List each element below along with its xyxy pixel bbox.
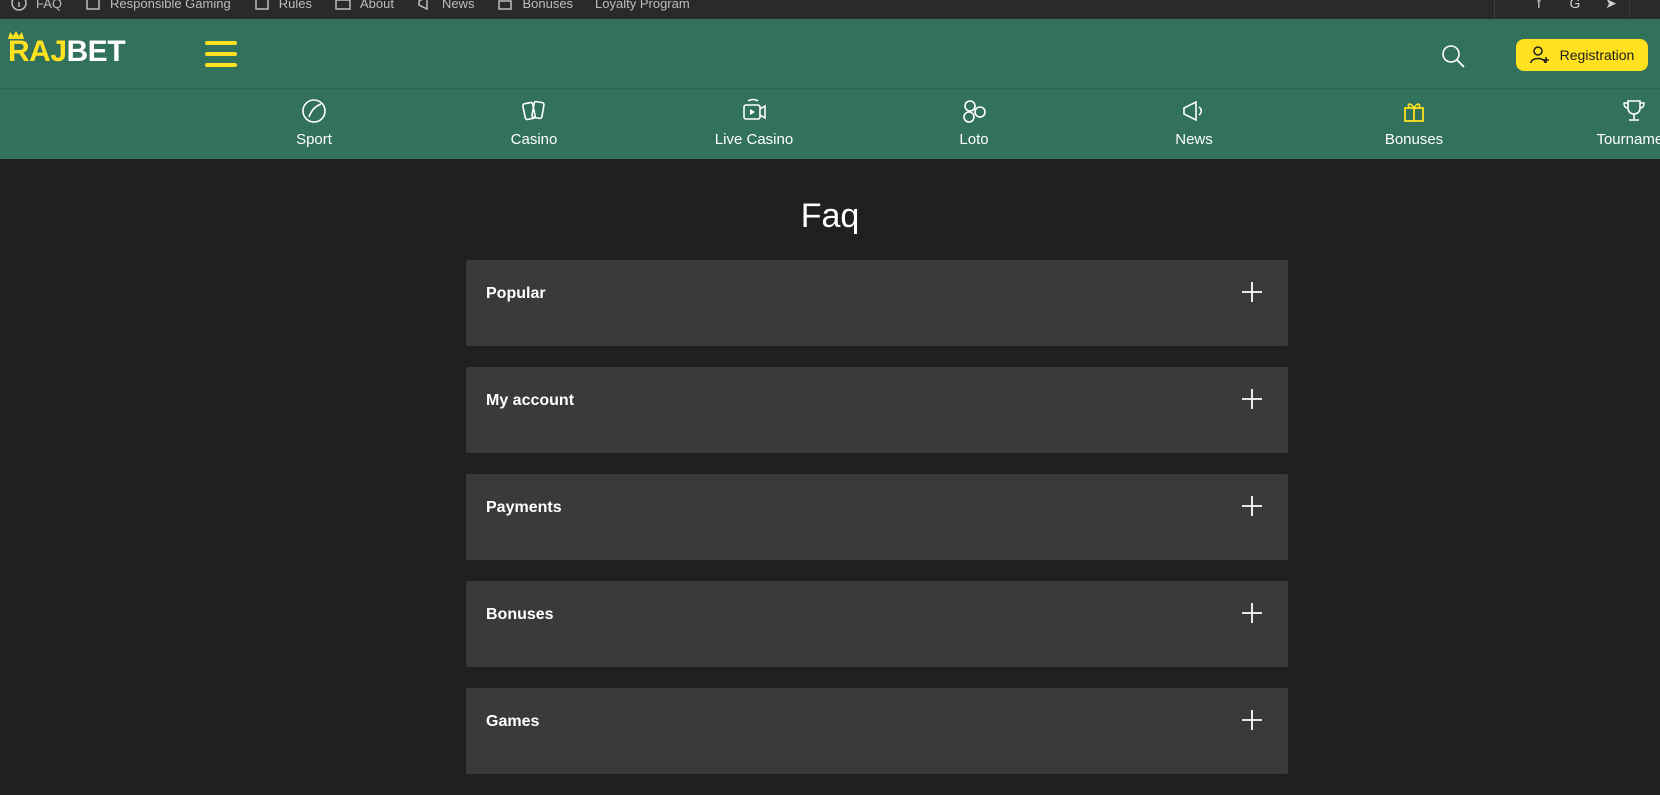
top-links: FAQ Responsible Gaming Rules About News … [10, 0, 712, 12]
category-nav: Sport Casino Live Casino Loto News Bonus… [0, 89, 1660, 159]
search-icon[interactable] [1440, 43, 1466, 69]
plus-icon[interactable] [1240, 601, 1264, 625]
hamburger-line [205, 41, 237, 45]
facebook-icon[interactable]: f [1530, 0, 1548, 12]
faq-section-label: Games [486, 713, 540, 730]
page-title: Faq [800, 197, 860, 235]
faq-section-label: Payments [486, 499, 562, 516]
nav-item-tournaments[interactable]: Tournamen [1564, 97, 1660, 148]
trophy-icon [1623, 100, 1645, 121]
crown-icon [8, 31, 24, 39]
faq-section-games[interactable]: Games [466, 688, 1288, 774]
nav-item-label: Tournamen [1596, 131, 1660, 148]
plus-icon[interactable] [1240, 494, 1264, 518]
rules-icon [254, 0, 269, 10]
top-link-label: News [441, 0, 475, 11]
megaphone-icon [1183, 100, 1203, 122]
telegram-icon[interactable]: ➤ [1602, 0, 1620, 12]
top-link-label: Loyalty Program [595, 0, 690, 11]
top-link-label: Bonuses [522, 0, 574, 11]
nav-item-sport[interactable]: Sport [244, 97, 384, 148]
faq-section-popular[interactable]: Popular [466, 260, 1288, 346]
site-header: RAJ BET Registration [0, 19, 1660, 89]
top-utility-bar: FAQ Responsible Gaming Rules About News … [0, 0, 1660, 19]
nav-item-bonuses[interactable]: Bonuses [1344, 97, 1484, 148]
faq-section-label: Popular [486, 285, 546, 302]
nav-item-news[interactable]: News [1124, 97, 1264, 148]
registration-button[interactable]: Registration [1516, 39, 1648, 71]
nav-item-label: News [1175, 131, 1213, 148]
gift-icon [498, 0, 513, 10]
plus-icon[interactable] [1240, 387, 1264, 411]
top-link-faq[interactable]: FAQ [10, 0, 62, 12]
divider [1494, 0, 1495, 19]
ball-icon [302, 99, 326, 123]
google-icon[interactable]: G [1566, 0, 1584, 12]
faq-section-my-account[interactable]: My account [466, 367, 1288, 453]
faq-section-bonuses[interactable]: Bonuses [466, 581, 1288, 667]
plus-icon[interactable] [1240, 280, 1264, 304]
megaphone-icon [418, 0, 428, 11]
logo[interactable]: RAJ BET [8, 31, 126, 68]
nav-item-label: Bonuses [1384, 131, 1444, 148]
nav-item-casino[interactable]: Casino [464, 97, 604, 148]
hamburger-line [205, 52, 237, 56]
main-content: Faq Popular My account Payments Bonuses … [0, 159, 1660, 774]
nav-item-label: Loto [959, 131, 989, 148]
menu-button[interactable] [205, 41, 237, 67]
faq-list: Popular My account Payments Bonuses Game… [466, 260, 1288, 795]
top-link-label: About [359, 0, 394, 11]
top-link-label: FAQ [36, 0, 63, 11]
nav-item-label: Casino [510, 131, 558, 148]
nav-item-label: Sport [296, 131, 332, 148]
faq-section-payments[interactable]: Payments [466, 474, 1288, 560]
top-link-label: Responsible Gaming [110, 0, 231, 11]
lottery-balls-icon [963, 100, 986, 123]
cards-icon [522, 100, 545, 121]
top-link-about[interactable]: About [334, 0, 394, 12]
info-icon [11, 0, 27, 11]
nav-item-loto[interactable]: Loto [904, 97, 1044, 148]
live-video-icon [743, 98, 766, 120]
top-link-loyalty[interactable]: Loyalty Program [595, 0, 690, 11]
logo-text-raj: RAJ [8, 35, 67, 68]
top-link-news[interactable]: News [416, 0, 475, 12]
building-icon [335, 0, 351, 10]
top-link-rules[interactable]: Rules [253, 0, 312, 12]
add-user-icon [1529, 46, 1549, 64]
divider [1629, 0, 1630, 19]
faq-section-label: My account [486, 392, 575, 409]
registration-label: Registration [1559, 47, 1635, 63]
social-links: f G ➤ [1512, 0, 1620, 12]
logo-text-bet: BET [66, 35, 126, 68]
nav-item-label: Live Casino [714, 131, 794, 148]
top-link-label: Rules [278, 0, 312, 11]
shield-icon [86, 0, 100, 10]
plus-icon[interactable] [1240, 708, 1264, 732]
top-link-bonuses[interactable]: Bonuses [496, 0, 573, 12]
hamburger-line [205, 63, 237, 67]
gift-icon [1404, 103, 1424, 122]
faq-section-label: Bonuses [486, 606, 554, 623]
nav-item-live-casino[interactable]: Live Casino [684, 97, 824, 148]
top-link-responsible-gaming[interactable]: Responsible Gaming [84, 0, 231, 12]
